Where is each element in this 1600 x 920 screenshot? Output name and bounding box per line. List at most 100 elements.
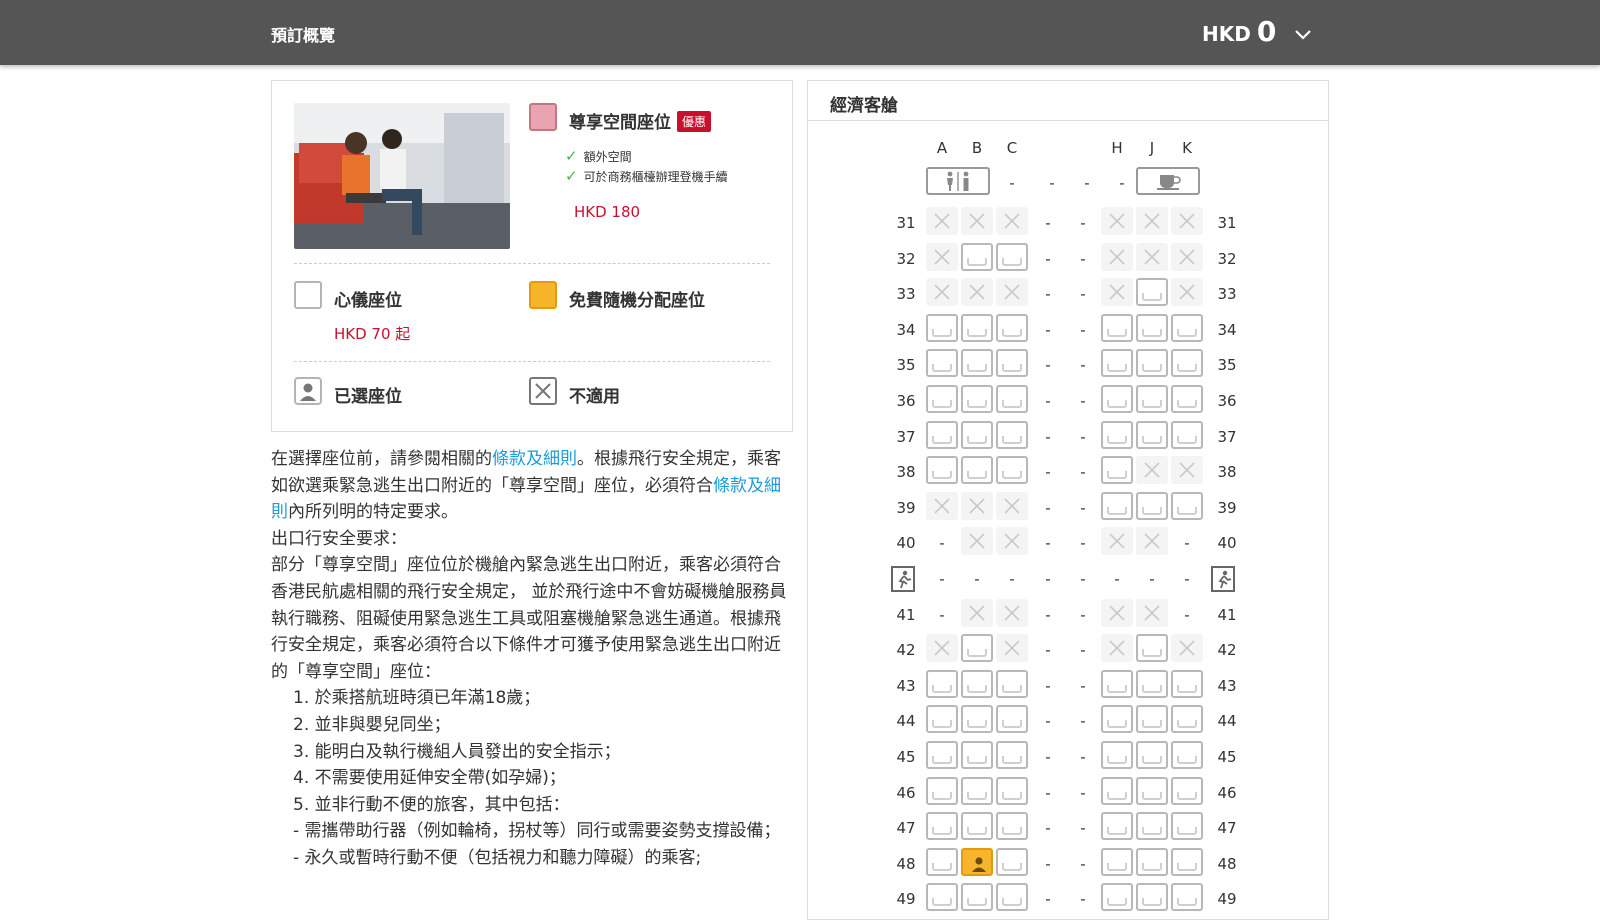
seat-43a[interactable] [926,669,958,698]
aisle-marker: - [1080,392,1086,410]
aisle-marker: - [1045,605,1051,624]
seat-46h[interactable] [1101,776,1133,805]
column-header-b: B [971,139,983,157]
seat-45c[interactable] [996,741,1028,769]
seat-34c[interactable] [996,313,1028,342]
seat-map-panel: 經濟客艙 [807,80,1329,920]
seat-36h[interactable] [1101,385,1133,413]
seat-48k[interactable] [1171,847,1203,876]
no-seat-marker: - [1184,534,1190,553]
seat-43b[interactable] [961,669,993,698]
seat-41h-unavailable [1101,598,1133,627]
seat-40b-unavailable [961,527,993,556]
seat-34h[interactable] [1101,313,1133,342]
seat-34k[interactable] [1171,313,1203,342]
seat-49k[interactable] [1171,883,1203,912]
seat-43c[interactable] [996,669,1028,698]
column-header-k: K [1182,139,1192,157]
total-price-toggle[interactable]: HKD 0 [1202,18,1312,46]
seat-37h[interactable] [1101,420,1133,449]
seat-47j[interactable] [1136,812,1168,841]
seat-45j[interactable] [1136,741,1168,769]
seat-34j[interactable] [1136,313,1168,342]
seat-legend-panel: 尊享空間座位 優惠 ✓ 額外空間 ✓ 可於商務櫃檯辦理登機手續 HKD 180 心儀座… [271,80,793,432]
seat-39b-unavailable [961,491,993,520]
seat-34b[interactable] [961,313,993,342]
seat-48b-selected[interactable] [961,847,993,876]
seat-42j[interactable] [1136,634,1168,663]
seat-47a[interactable] [926,812,958,841]
seat-47h[interactable] [1101,812,1133,841]
seat-34a[interactable] [926,313,958,342]
seat-46a[interactable] [926,776,958,805]
row-number-35: 35 [896,356,916,375]
aisle-marker: - [1149,570,1155,588]
seat-37b[interactable] [961,420,993,449]
seat-46b[interactable] [961,776,993,805]
seat-38c[interactable] [996,456,1028,485]
aisle-marker: - [1080,320,1086,339]
seat-44j[interactable] [1136,705,1168,734]
seat-39k[interactable] [1171,491,1203,520]
seat-36c[interactable] [996,385,1028,413]
aisle-marker: - [1045,819,1051,838]
seat-47c[interactable] [996,812,1028,841]
seat-45a[interactable] [926,741,958,769]
seat-47k[interactable] [1171,812,1203,841]
seat-39j[interactable] [1136,491,1168,520]
seat-46c[interactable] [996,776,1028,805]
row-number-35: 35 [1217,356,1237,375]
seat-35b[interactable] [961,349,993,378]
seat-44h[interactable] [1101,705,1133,734]
seat-32b[interactable] [961,242,993,271]
seat-49c[interactable] [996,883,1028,912]
seat-32c[interactable] [996,242,1028,271]
seat-37k[interactable] [1171,420,1203,449]
seat-49h[interactable] [1101,883,1133,912]
seat-49j[interactable] [1136,883,1168,912]
seat-49a[interactable] [926,883,958,912]
seat-33j[interactable] [1136,278,1168,307]
aisle-marker: - [1045,783,1051,802]
row-number-47: 47 [896,819,916,838]
seat-44k[interactable] [1171,705,1203,734]
seat-38a[interactable] [926,456,958,485]
seat-35a[interactable] [926,349,958,378]
seat-36a[interactable] [926,385,958,413]
seat-36j[interactable] [1136,385,1168,413]
seat-45b[interactable] [961,741,993,769]
seat-39h[interactable] [1101,491,1133,520]
seat-44a[interactable] [926,705,958,734]
seat-38h[interactable] [1101,456,1133,485]
seat-35k[interactable] [1171,349,1203,378]
preferred-seat-swatch [294,281,322,309]
seat-45k[interactable] [1171,741,1203,769]
row-number-48: 48 [1217,854,1237,873]
aisle-marker: - [1045,534,1051,553]
seat-37a[interactable] [926,420,958,449]
seat-44c[interactable] [996,705,1028,734]
seat-35h[interactable] [1101,349,1133,378]
seat-42b[interactable] [961,634,993,663]
seat-46j[interactable] [1136,776,1168,805]
seat-43k[interactable] [1171,669,1203,698]
seat-45h[interactable] [1101,741,1133,769]
seat-48j[interactable] [1136,847,1168,876]
seat-35c[interactable] [996,349,1028,378]
seat-48h[interactable] [1101,847,1133,876]
seat-43h[interactable] [1101,669,1133,698]
seat-46k[interactable] [1171,776,1203,805]
seat-48a[interactable] [926,847,958,876]
seat-37c[interactable] [996,420,1028,449]
seat-38b[interactable] [961,456,993,485]
seat-49b[interactable] [961,883,993,912]
seat-35j[interactable] [1136,349,1168,378]
seat-36k[interactable] [1171,385,1203,413]
seat-47b[interactable] [961,812,993,841]
seat-37j[interactable] [1136,420,1168,449]
seat-48c[interactable] [996,847,1028,876]
seat-43j[interactable] [1136,669,1168,698]
terms-link[interactable]: 條款及細則 [492,449,577,469]
seat-36b[interactable] [961,385,993,413]
seat-44b[interactable] [961,705,993,734]
